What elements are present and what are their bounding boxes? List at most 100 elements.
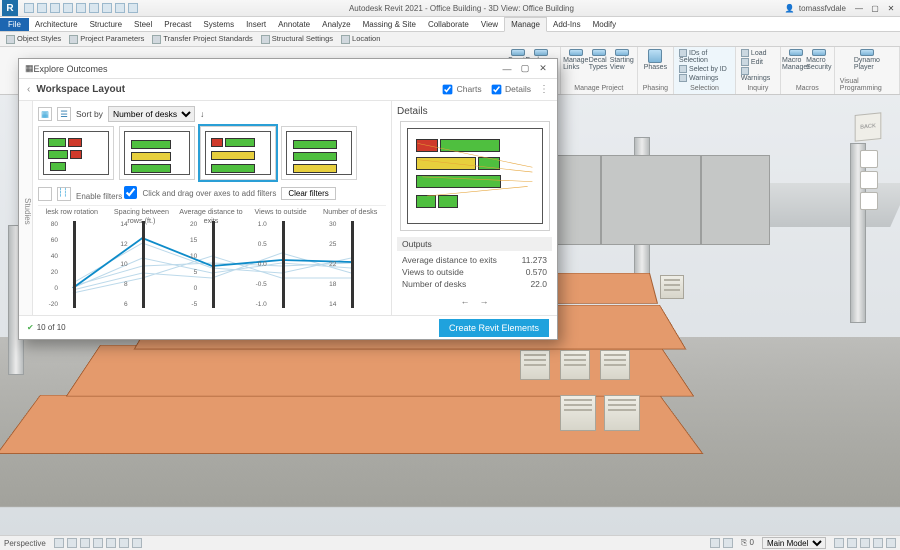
- home-icon[interactable]: [860, 150, 878, 168]
- user-area[interactable]: 👤tomassfvdale: [785, 4, 846, 13]
- tab-analyze[interactable]: Analyze: [316, 18, 356, 31]
- filter-icon-alt[interactable]: ┆┆: [57, 187, 71, 201]
- sub-object-styles[interactable]: Object Styles: [6, 34, 61, 44]
- back-icon[interactable]: ‹: [27, 84, 30, 95]
- grid-view-icon[interactable]: ▦: [38, 107, 52, 121]
- minimize-button[interactable]: —: [852, 2, 866, 14]
- filter-icon[interactable]: [886, 538, 896, 548]
- tab-insert[interactable]: Insert: [240, 18, 272, 31]
- select-by-id-button[interactable]: Select by ID: [679, 65, 730, 73]
- decal-types-button[interactable]: Decal Types: [589, 49, 609, 71]
- macro-manager-button[interactable]: Macro Manager: [786, 49, 806, 71]
- dialog-maximize[interactable]: ▢: [517, 62, 533, 76]
- axis-label: lesk row rotation: [38, 207, 106, 216]
- qat-redo-icon[interactable]: [63, 3, 73, 13]
- parallel-coordinates-chart[interactable]: lesk row rotation 806040200-20 Spacing b…: [38, 205, 386, 310]
- phases-button[interactable]: Phases: [645, 49, 665, 71]
- enable-filters-toggle[interactable]: Enable filters: [76, 186, 137, 201]
- tab-massing[interactable]: Massing & Site: [357, 18, 422, 31]
- filter-icon[interactable]: [834, 538, 844, 548]
- dialog-titlebar[interactable]: ▦ Explore Outcomes —▢✕: [19, 59, 557, 79]
- ids-selection-button[interactable]: IDs of Selection: [679, 49, 730, 64]
- quick-access-toolbar[interactable]: [24, 3, 138, 13]
- studies-sidebar-tab[interactable]: Studies: [19, 101, 33, 315]
- sub-project-params[interactable]: Project Parameters: [69, 34, 144, 44]
- warnings-button[interactable]: Warnings: [679, 74, 730, 82]
- qat-undo-icon[interactable]: [50, 3, 60, 13]
- tab-addins[interactable]: Add-Ins: [547, 18, 587, 31]
- outcome-thumb-selected[interactable]: [200, 126, 276, 180]
- nav-bar[interactable]: [860, 150, 880, 214]
- tab-annotate[interactable]: Annotate: [272, 18, 316, 31]
- details-toggle[interactable]: Details: [490, 83, 531, 96]
- tab-modify[interactable]: Modify: [587, 18, 623, 31]
- sub-transfer-standards[interactable]: Transfer Project Standards: [152, 34, 252, 44]
- tab-collaborate[interactable]: Collaborate: [422, 18, 475, 31]
- outcome-thumb[interactable]: [119, 126, 195, 180]
- filter-icon[interactable]: [38, 187, 52, 201]
- cubicle-wall: [600, 155, 602, 245]
- tab-view[interactable]: View: [475, 18, 504, 31]
- dialog-minimize[interactable]: —: [499, 62, 515, 76]
- starting-view-button[interactable]: Starting View: [612, 49, 632, 71]
- outcome-thumb[interactable]: [38, 126, 114, 180]
- selection-controls[interactable]: [710, 538, 733, 548]
- view-cube[interactable]: BACK: [855, 112, 882, 141]
- filter-controls[interactable]: [834, 538, 896, 548]
- prev-outcome-button[interactable]: ←: [460, 296, 469, 306]
- sel-icon[interactable]: [723, 538, 733, 548]
- outcome-thumb[interactable]: [281, 126, 357, 180]
- qat-open-icon[interactable]: [24, 3, 34, 13]
- dialog-close[interactable]: ✕: [535, 62, 551, 76]
- file-tab[interactable]: File: [0, 18, 29, 31]
- qat-cloud-icon[interactable]: [115, 3, 125, 13]
- sel-icon[interactable]: [710, 538, 720, 548]
- sub-structural-settings[interactable]: Structural Settings: [261, 34, 333, 44]
- qat-measure-icon[interactable]: [89, 3, 99, 13]
- manage-links-button[interactable]: Manage Links: [566, 49, 586, 71]
- scale-icon[interactable]: [54, 538, 64, 548]
- qat-more-icon[interactable]: [128, 3, 138, 13]
- tab-systems[interactable]: Systems: [197, 18, 240, 31]
- qat-sync-icon[interactable]: [102, 3, 112, 13]
- filter-icon[interactable]: [873, 538, 883, 548]
- wheel-icon[interactable]: [860, 171, 878, 189]
- list-view-icon[interactable]: ☰: [57, 107, 71, 121]
- create-revit-elements-button[interactable]: Create Revit Elements: [439, 319, 549, 337]
- tab-structure[interactable]: Structure: [84, 18, 128, 31]
- dialog-menu-icon[interactable]: ⋮: [539, 84, 549, 95]
- tab-precast[interactable]: Precast: [158, 18, 197, 31]
- tab-manage[interactable]: Manage: [504, 17, 547, 32]
- detail-thumbnail[interactable]: [400, 121, 550, 231]
- view-controls[interactable]: [54, 538, 142, 548]
- crop-icon[interactable]: [119, 538, 129, 548]
- inq-warnings[interactable]: Warnings: [741, 67, 775, 82]
- filter-icon[interactable]: [847, 538, 857, 548]
- visual-style-icon[interactable]: [80, 538, 90, 548]
- hide-icon[interactable]: [132, 538, 142, 548]
- filter-icon[interactable]: [860, 538, 870, 548]
- maximize-button[interactable]: ▢: [868, 2, 882, 14]
- pan-icon[interactable]: [860, 192, 878, 210]
- inq-load[interactable]: Load: [741, 49, 775, 57]
- sub-location[interactable]: Location: [341, 34, 380, 44]
- model-select[interactable]: Main Model: [762, 537, 826, 549]
- tab-steel[interactable]: Steel: [128, 18, 158, 31]
- close-button[interactable]: ✕: [884, 2, 898, 14]
- detail-icon[interactable]: [67, 538, 77, 548]
- charts-toggle[interactable]: Charts: [441, 83, 481, 96]
- next-outcome-button[interactable]: →: [480, 296, 489, 306]
- dynamo-player-button[interactable]: Dynamo Player: [857, 49, 877, 71]
- group-label: Inquiry: [747, 85, 768, 92]
- inq-edit[interactable]: Edit: [741, 58, 775, 66]
- qat-print-icon[interactable]: [76, 3, 86, 13]
- clear-filters-button[interactable]: Clear filters: [281, 187, 335, 200]
- tab-architecture[interactable]: Architecture: [29, 18, 84, 31]
- shadow-icon[interactable]: [106, 538, 116, 548]
- macro-security-button[interactable]: Macro Security: [809, 49, 829, 71]
- sun-icon[interactable]: [93, 538, 103, 548]
- sort-direction-icon[interactable]: ↓: [200, 109, 204, 119]
- outcomes-panel: ▦ ☰ Sort by Number of desks ↓ ┆┆ Enable …: [33, 101, 392, 315]
- sort-select[interactable]: Number of desks: [108, 106, 195, 122]
- qat-save-icon[interactable]: [37, 3, 47, 13]
